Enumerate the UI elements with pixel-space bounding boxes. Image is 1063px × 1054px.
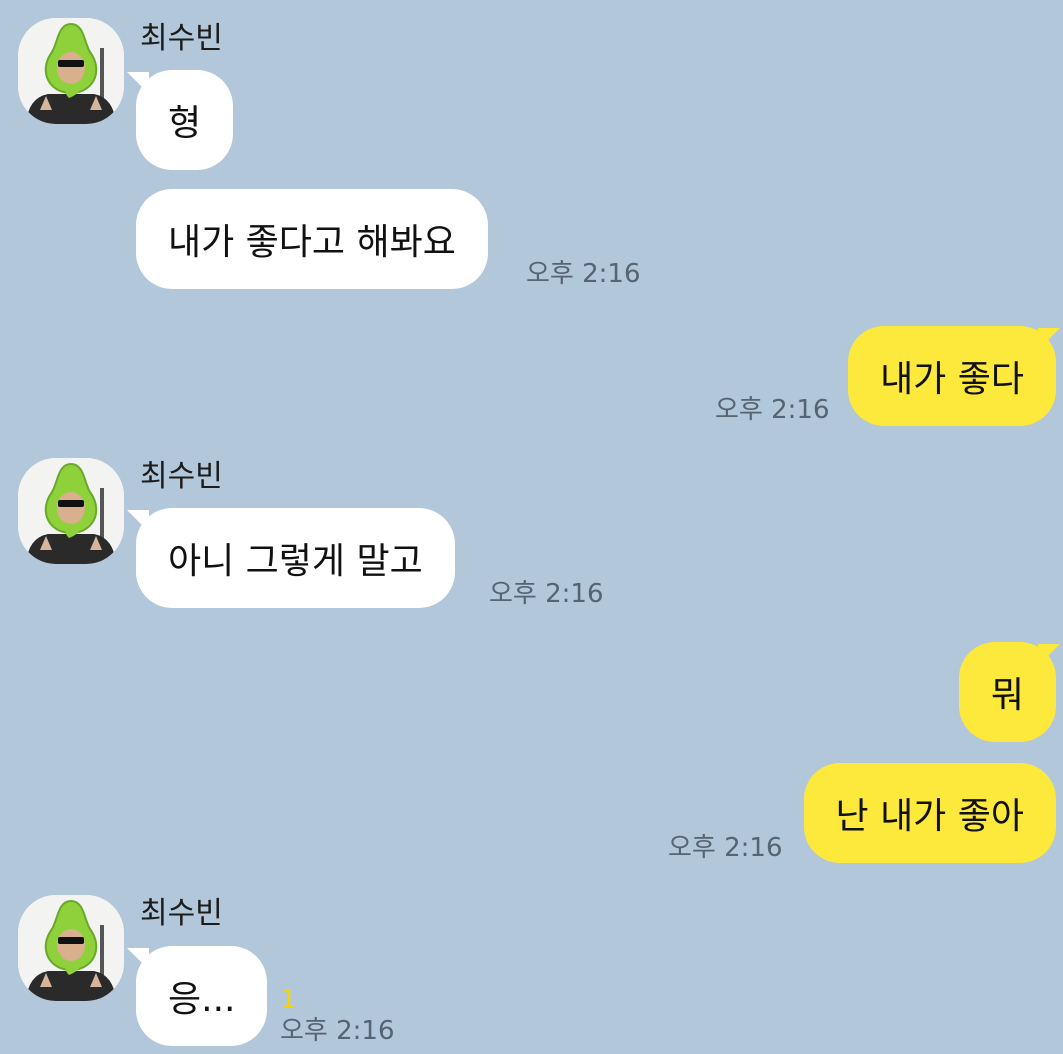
message-timestamp: 오후 2:16	[489, 579, 604, 609]
message-timestamp: 오후 2:16	[280, 1016, 395, 1046]
avatar[interactable]	[18, 458, 124, 564]
sender-name: 최수빈	[140, 896, 223, 931]
profile-photo-icon	[18, 18, 124, 124]
message-timestamp: 오후 2:16	[526, 259, 641, 289]
message-text: 내가 좋다고 해봐요	[168, 222, 456, 263]
message-bubble-outgoing[interactable]: 난 내가 좋아	[803, 763, 1056, 863]
message-text: 내가 좋다	[880, 359, 1024, 400]
profile-photo-icon	[18, 458, 124, 564]
message-text: 아니 그렇게 말고	[168, 541, 423, 582]
message-bubble-outgoing[interactable]: 뭐	[958, 642, 1056, 742]
message-bubble-incoming[interactable]: 응...	[136, 946, 268, 1046]
message-text: 뭐	[990, 675, 1024, 716]
avatar[interactable]	[18, 895, 124, 1001]
avatar[interactable]	[18, 18, 124, 124]
message-text: 응...	[168, 979, 236, 1020]
chat-room: 최수빈 형 내가 좋다고 해봐요 오후 2:16 내가 좋다 오후 2:16 최…	[0, 0, 1063, 1054]
message-bubble-incoming[interactable]: 내가 좋다고 해봐요	[136, 189, 488, 289]
sender-name: 최수빈	[140, 459, 223, 494]
message-text: 난 내가 좋아	[835, 796, 1025, 837]
message-timestamp: 오후 2:16	[715, 395, 830, 425]
message-text: 형	[168, 103, 202, 144]
sender-name: 최수빈	[140, 21, 223, 56]
message-timestamp: 오후 2:16	[668, 833, 783, 863]
unread-count-badge: 1	[281, 985, 297, 1013]
message-bubble-incoming[interactable]: 아니 그렇게 말고	[136, 508, 455, 608]
profile-photo-icon	[18, 895, 124, 1001]
message-bubble-incoming[interactable]: 형	[136, 70, 234, 170]
message-bubble-outgoing[interactable]: 내가 좋다	[848, 326, 1056, 426]
